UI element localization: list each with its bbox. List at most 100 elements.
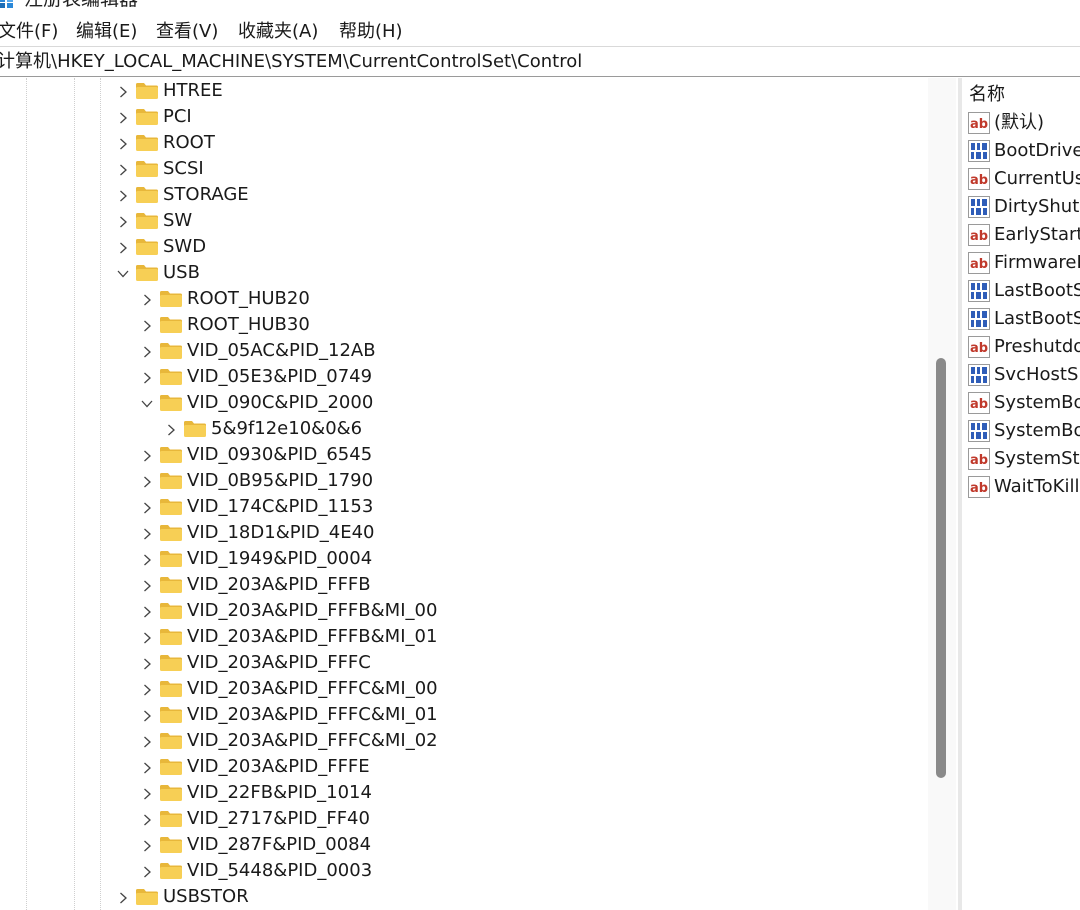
tree-node-label[interactable]: HTREE xyxy=(163,79,223,103)
value-name[interactable]: (默认) xyxy=(994,111,1044,135)
tree-node-label[interactable]: VID_22FB&PID_1014 xyxy=(187,781,372,805)
tree-node-label[interactable]: VID_203A&PID_FFFE xyxy=(187,755,370,779)
chevron-right-icon[interactable] xyxy=(140,682,154,696)
value-row[interactable]: ab CurrentUs xyxy=(962,165,1080,193)
tree-node-label[interactable]: VID_287F&PID_0084 xyxy=(187,833,371,857)
tree-node-label[interactable]: SWD xyxy=(163,235,206,259)
tree-node[interactable]: VID_090C&PID_2000 xyxy=(0,390,930,416)
value-name[interactable]: SystemBoo xyxy=(994,391,1080,415)
chevron-right-icon[interactable] xyxy=(116,188,130,202)
chevron-right-icon[interactable] xyxy=(140,838,154,852)
tree-node[interactable]: VID_287F&PID_0084 xyxy=(0,832,930,858)
menu-view[interactable]: 查看(V) xyxy=(156,20,218,44)
value-row[interactable]: ab Preshutdo xyxy=(962,333,1080,361)
chevron-down-icon[interactable] xyxy=(116,266,130,280)
value-row[interactable]: ab SystemBoo xyxy=(962,389,1080,417)
chevron-right-icon[interactable] xyxy=(116,136,130,150)
tree-node-label[interactable]: SW xyxy=(163,209,192,233)
tree-node-label[interactable]: VID_2717&PID_FF40 xyxy=(187,807,370,831)
chevron-right-icon[interactable] xyxy=(140,370,154,384)
tree-node[interactable]: SCSI xyxy=(0,156,930,182)
tree-node[interactable]: VID_203A&PID_FFFC&MI_00 xyxy=(0,676,930,702)
tree-scrollbar-thumb[interactable] xyxy=(936,358,946,778)
tree-node-label[interactable]: VID_203A&PID_FFFC xyxy=(187,651,371,675)
tree-node[interactable]: VID_1949&PID_0004 xyxy=(0,546,930,572)
tree-node-label[interactable]: VID_203A&PID_FFFB&MI_01 xyxy=(187,625,437,649)
value-name[interactable]: CurrentUs xyxy=(994,167,1080,191)
tree-node[interactable]: VID_18D1&PID_4E40 xyxy=(0,520,930,546)
tree-node-label[interactable]: VID_1949&PID_0004 xyxy=(187,547,372,571)
value-row[interactable]: ab WaitToKill xyxy=(962,473,1080,501)
chevron-right-icon[interactable] xyxy=(116,162,130,176)
tree-node-label[interactable]: VID_203A&PID_FFFC&MI_00 xyxy=(187,677,438,701)
tree-node-label[interactable]: 5&9f12e10&0&6 xyxy=(211,417,362,441)
tree-node[interactable]: VID_2717&PID_FF40 xyxy=(0,806,930,832)
tree-node[interactable]: VID_203A&PID_FFFB&MI_00 xyxy=(0,598,930,624)
chevron-right-icon[interactable] xyxy=(140,474,154,488)
value-name[interactable]: SystemSta xyxy=(994,447,1080,471)
tree-node-label[interactable]: ROOT xyxy=(163,131,215,155)
tree-node[interactable]: PCI xyxy=(0,104,930,130)
menu-edit[interactable]: 编辑(E) xyxy=(76,20,137,44)
chevron-right-icon[interactable] xyxy=(140,786,154,800)
chevron-right-icon[interactable] xyxy=(140,552,154,566)
value-row[interactable]: ab FirmwareB xyxy=(962,249,1080,277)
value-row[interactable]: ab SystemSta xyxy=(962,445,1080,473)
chevron-down-icon[interactable] xyxy=(140,396,154,410)
menu-help[interactable]: 帮助(H) xyxy=(339,20,403,44)
value-name[interactable]: EarlyStartS xyxy=(994,223,1080,247)
chevron-right-icon[interactable] xyxy=(140,812,154,826)
tree-node[interactable]: USB xyxy=(0,260,930,286)
tree-node-label[interactable]: STORAGE xyxy=(163,183,249,207)
value-name[interactable]: LastBootSh xyxy=(994,279,1080,303)
tree-node[interactable]: VID_05E3&PID_0749 xyxy=(0,364,930,390)
value-name[interactable]: DirtyShutd xyxy=(994,195,1080,219)
tree-node[interactable]: ROOT_HUB20 xyxy=(0,286,930,312)
menu-favorites[interactable]: 收藏夹(A) xyxy=(238,20,318,44)
value-name[interactable]: Preshutdo xyxy=(994,335,1080,359)
chevron-right-icon[interactable] xyxy=(140,344,154,358)
value-name[interactable]: BootDrive xyxy=(994,139,1080,163)
value-row[interactable]: LastBootSu xyxy=(962,305,1080,333)
chevron-right-icon[interactable] xyxy=(116,84,130,98)
chevron-right-icon[interactable] xyxy=(164,422,178,436)
tree-node-label[interactable]: VID_0930&PID_6545 xyxy=(187,443,372,467)
chevron-right-icon[interactable] xyxy=(116,890,130,904)
tree-node[interactable]: VID_203A&PID_FFFC&MI_01 xyxy=(0,702,930,728)
chevron-right-icon[interactable] xyxy=(116,110,130,124)
tree-node[interactable]: VID_05AC&PID_12AB xyxy=(0,338,930,364)
tree-node[interactable]: VID_5448&PID_0003 xyxy=(0,858,930,884)
value-row[interactable]: LastBootSh xyxy=(962,277,1080,305)
value-row[interactable]: BootDrive xyxy=(962,137,1080,165)
column-header-name[interactable]: 名称 xyxy=(969,84,1005,106)
tree-node[interactable]: VID_203A&PID_FFFE xyxy=(0,754,930,780)
tree-node[interactable]: ROOT_HUB30 xyxy=(0,312,930,338)
tree-node[interactable]: SWD xyxy=(0,234,930,260)
tree-node[interactable]: VID_203A&PID_FFFC xyxy=(0,650,930,676)
chevron-right-icon[interactable] xyxy=(140,526,154,540)
tree-node-label[interactable]: VID_0B95&PID_1790 xyxy=(187,469,373,493)
chevron-right-icon[interactable] xyxy=(140,318,154,332)
tree-node[interactable]: VID_0930&PID_6545 xyxy=(0,442,930,468)
tree-node-label[interactable]: USB xyxy=(163,261,200,285)
tree-node[interactable]: STORAGE xyxy=(0,182,930,208)
tree-node-label[interactable]: VID_05E3&PID_0749 xyxy=(187,365,372,389)
value-row[interactable]: DirtyShutd xyxy=(962,193,1080,221)
tree-node-label[interactable]: VID_203A&PID_FFFB xyxy=(187,573,371,597)
value-name[interactable]: SvcHostSp xyxy=(994,363,1080,387)
tree-node-label[interactable]: VID_5448&PID_0003 xyxy=(187,859,372,883)
tree-node[interactable]: VID_22FB&PID_1014 xyxy=(0,780,930,806)
tree-node-label[interactable]: VID_203A&PID_FFFC&MI_01 xyxy=(187,703,438,727)
chevron-right-icon[interactable] xyxy=(116,240,130,254)
tree-vertical-scrollbar[interactable] xyxy=(928,78,956,910)
chevron-right-icon[interactable] xyxy=(140,708,154,722)
value-name[interactable]: WaitToKill xyxy=(994,475,1080,499)
tree-node-label[interactable]: VID_05AC&PID_12AB xyxy=(187,339,376,363)
value-name[interactable]: SystemBoo xyxy=(994,419,1080,443)
tree-node[interactable]: VID_0B95&PID_1790 xyxy=(0,468,930,494)
tree-node-label[interactable]: SCSI xyxy=(163,157,204,181)
value-row[interactable]: ab (默认) xyxy=(962,109,1080,137)
tree-node-label[interactable]: PCI xyxy=(163,105,192,129)
tree-node[interactable]: VID_174C&PID_1153 xyxy=(0,494,930,520)
chevron-right-icon[interactable] xyxy=(140,604,154,618)
